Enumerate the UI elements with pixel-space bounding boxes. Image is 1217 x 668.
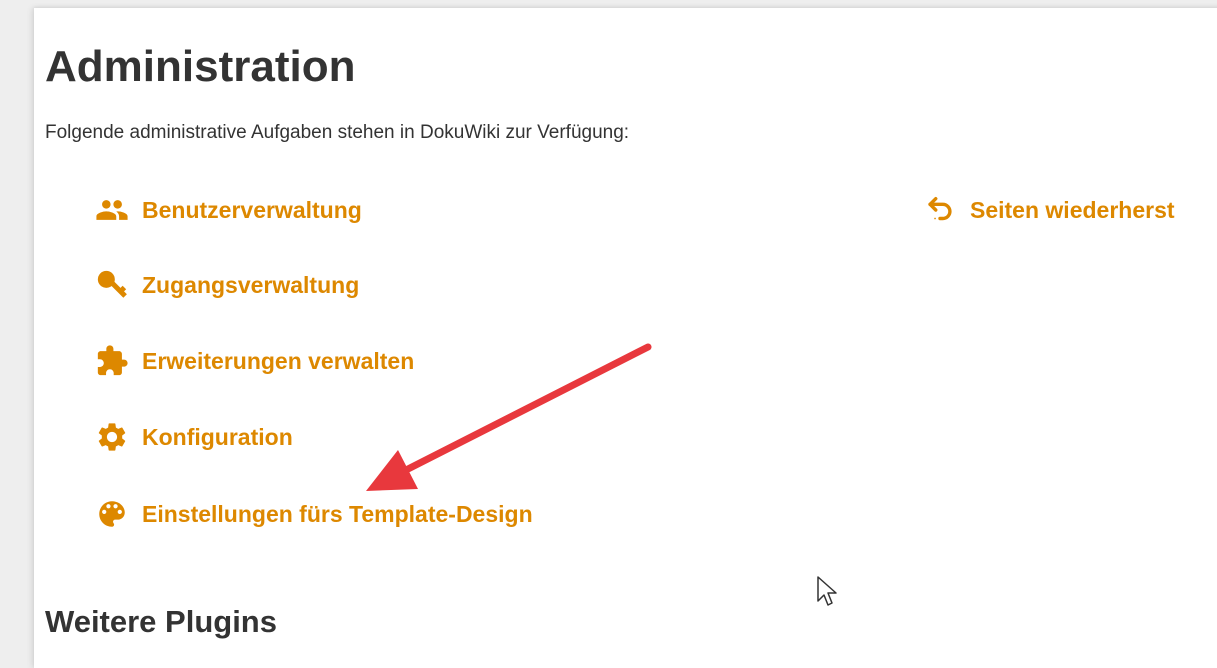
admin-link-label: Seiten wiederherst [970,196,1175,223]
admin-link-label: Zugangsverwaltung [142,271,360,298]
puzzle-icon [92,341,132,381]
users-icon [92,190,132,230]
admin-link-label: Erweiterungen verwalten [142,347,415,374]
admin-link-configuration[interactable]: Konfiguration [92,417,293,457]
key-icon [92,265,132,305]
mouse-cursor-icon [817,576,837,606]
page-title: Administration [45,42,356,91]
undo-icon [920,190,960,230]
admin-link-revert[interactable]: Seiten wiederherst [920,190,1175,230]
gear-icon [92,417,132,457]
admin-link-extension-manager[interactable]: Erweiterungen verwalten [92,341,414,381]
admin-page [34,8,1217,668]
section-title-more-plugins: Weitere Plugins [45,604,277,639]
admin-link-user-manager[interactable]: Benutzerverwaltung [92,190,362,230]
admin-link-acl[interactable]: Zugangsverwaltung [92,265,359,305]
admin-link-label: Einstellungen fürs Template-Design [142,500,533,527]
palette-icon [92,494,132,534]
admin-link-template-settings[interactable]: Einstellungen fürs Template-Design [92,494,533,534]
intro-text: Folgende administrative Aufgaben stehen … [45,122,630,143]
admin-link-label: Konfiguration [142,423,293,450]
admin-link-label: Benutzerverwaltung [142,196,362,223]
